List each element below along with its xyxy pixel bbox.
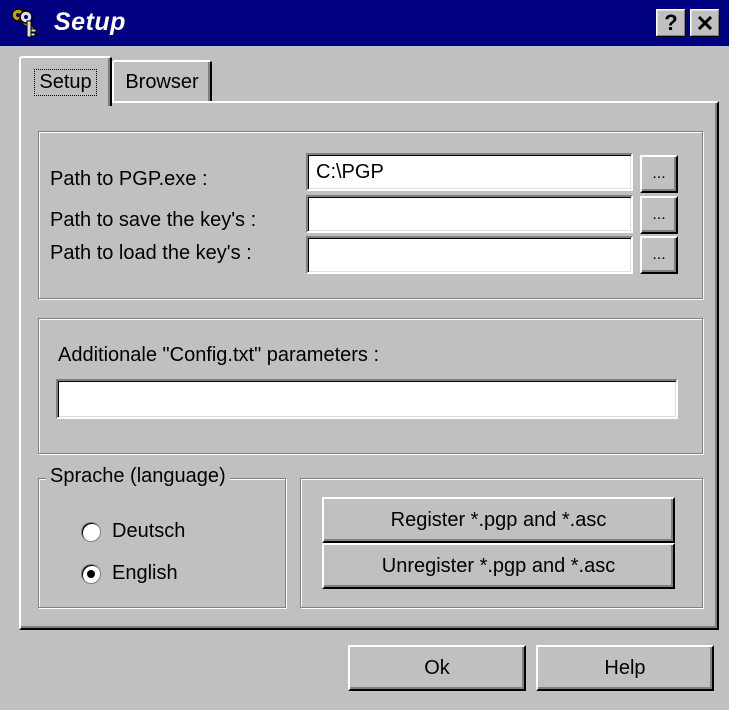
- save-path-browse-button[interactable]: ...: [640, 196, 678, 234]
- load-path-input[interactable]: [306, 236, 633, 274]
- pgp-path-label: Path to PGP.exe :: [50, 168, 208, 190]
- close-icon: [697, 16, 713, 30]
- pgp-path-input[interactable]: [306, 153, 633, 191]
- save-path-label: Path to save the key's :: [50, 209, 257, 231]
- radio-english-label: English: [112, 562, 178, 584]
- unregister-button[interactable]: Unregister *.pgp and *.asc: [322, 543, 675, 589]
- close-title-button[interactable]: [690, 9, 720, 37]
- radio-english[interactable]: English: [82, 562, 178, 585]
- tab-browser-label: Browser: [125, 70, 199, 93]
- help-title-button[interactable]: ?: [656, 9, 686, 37]
- load-path-label: Path to load the key's :: [50, 242, 252, 264]
- load-path-browse-button[interactable]: ...: [640, 236, 678, 274]
- radio-button-deutsch[interactable]: [82, 522, 100, 541]
- tab-setup[interactable]: Setup: [19, 56, 112, 106]
- register-button[interactable]: Register *.pgp and *.asc: [322, 497, 675, 543]
- save-path-input[interactable]: [306, 195, 633, 233]
- ok-button[interactable]: Ok: [348, 645, 526, 691]
- tab-setup-label: Setup: [34, 68, 97, 96]
- help-button[interactable]: Help: [536, 645, 714, 691]
- config-parameters-input[interactable]: [56, 379, 678, 419]
- config-parameters-label: Additionale "Config.txt" parameters :: [58, 344, 380, 366]
- radio-deutsch[interactable]: Deutsch: [82, 520, 185, 543]
- window-title: Setup: [54, 8, 126, 36]
- title-bar[interactable]: Setup ?: [0, 0, 729, 46]
- radio-deutsch-label: Deutsch: [112, 520, 186, 542]
- radio-button-english[interactable]: [82, 564, 100, 583]
- tab-browser[interactable]: Browser: [112, 60, 212, 102]
- pgp-path-browse-button[interactable]: ...: [640, 155, 678, 193]
- language-group: [38, 478, 286, 608]
- radio-selected-dot: [87, 569, 95, 578]
- language-group-legend: Sprache (language): [46, 465, 230, 488]
- keys-icon: [10, 7, 44, 39]
